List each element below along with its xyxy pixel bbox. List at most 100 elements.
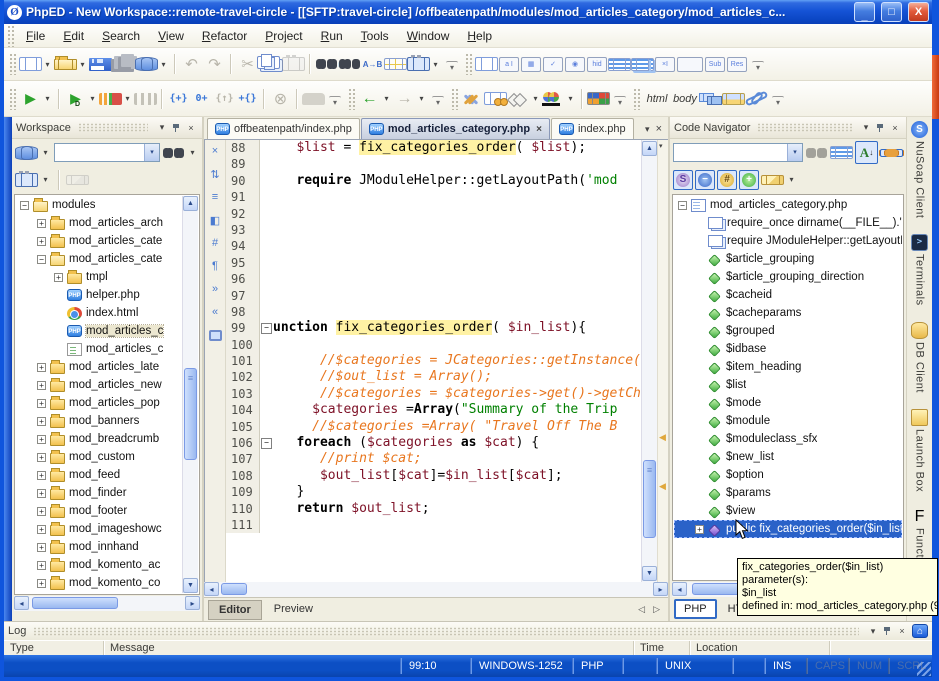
scroll-up-icon[interactable]: ▲ <box>642 141 657 156</box>
pin-icon[interactable] <box>883 626 892 636</box>
line-number[interactable]: 90 <box>226 173 260 189</box>
expand-icon[interactable]: + <box>37 363 46 372</box>
workspace-item-mod-feed[interactable]: +mod_feed <box>16 466 182 484</box>
line-number[interactable]: 97 <box>226 288 260 304</box>
form-reset-button[interactable]: Res <box>727 57 747 72</box>
menu-edit[interactable]: Edit <box>54 26 93 46</box>
profiler-button[interactable] <box>99 93 122 105</box>
expand-icon[interactable]: + <box>37 381 46 390</box>
redo-button[interactable]: ↷ <box>203 53 226 76</box>
line-number[interactable]: 108 <box>226 468 260 484</box>
navigator-item-require-jmodulehelper-getlayoutpa[interactable]: require JModuleHelper::getLayoutPa <box>674 232 902 250</box>
menu-project[interactable]: Project <box>256 26 311 46</box>
close-button[interactable]: X <box>908 2 929 22</box>
back-button[interactable]: ← <box>358 87 381 110</box>
workspace-item-mod-komento-co[interactable]: +mod_komento_co <box>16 574 182 592</box>
line-number[interactable]: 94 <box>226 238 260 254</box>
workspace-item-mod-footer[interactable]: +mod_footer <box>16 502 182 520</box>
scroll-left-icon[interactable]: ◂ <box>672 582 687 596</box>
expand-icon[interactable]: + <box>37 471 46 480</box>
workspace-mail-button[interactable] <box>66 175 89 185</box>
code-line-103[interactable]: 103 //$categories = $categories->get()->… <box>226 386 641 402</box>
code-line-90[interactable]: 90 require JModuleHelper::getLayoutPath(… <box>226 173 641 189</box>
line-number[interactable]: 105 <box>226 419 260 435</box>
log-column-message[interactable]: Message <box>104 641 634 655</box>
html-tag-button[interactable]: html <box>643 87 671 110</box>
form-textarea-button[interactable]: ×I <box>655 57 675 72</box>
line-number[interactable]: 106 <box>226 435 260 451</box>
navigator-item-mode[interactable]: $mode <box>674 394 902 412</box>
font-color-dropdown[interactable]: ▾ <box>565 87 576 110</box>
menu-tools[interactable]: Tools <box>352 26 398 46</box>
code-line-101[interactable]: 101 //$categories = JCategories::getInst… <box>226 353 641 369</box>
open-file-button[interactable] <box>54 59 77 70</box>
form-hidden-button[interactable]: hid <box>587 57 607 72</box>
editor-tab-index-php[interactable]: index.php <box>551 118 634 139</box>
gutter-outdent-icon[interactable]: « <box>207 304 224 320</box>
open-file-dropdown[interactable]: ▾ <box>77 53 88 76</box>
fold-collapse-icon[interactable] <box>260 320 273 336</box>
line-number[interactable]: 110 <box>226 501 260 517</box>
code-line-98[interactable]: 98 <box>226 304 641 320</box>
editor-horizontal-scrollbar[interactable]: ◂ ▸ <box>204 582 668 597</box>
step-out-button[interactable]: {↑} <box>213 87 236 110</box>
log-column-type[interactable]: Type <box>4 641 104 655</box>
workspace-item-mod-finder[interactable]: +mod_finder <box>16 484 182 502</box>
clipboard-button[interactable] <box>407 57 430 71</box>
expand-icon[interactable]: + <box>695 525 704 534</box>
expand-icon[interactable]: + <box>54 273 63 282</box>
code-line-106[interactable]: 106 foreach ($categories as $cat) { <box>226 435 641 451</box>
log-close-icon[interactable]: × <box>895 626 909 636</box>
code-line-104[interactable]: 104 $categories =Array("Summary of the T… <box>226 402 641 418</box>
scroll-thumb[interactable] <box>643 460 656 538</box>
tab-close-icon[interactable]: × <box>536 124 542 135</box>
workspace-item-mod-articles-c[interactable]: mod_articles_c <box>16 340 182 358</box>
pin-icon[interactable] <box>172 123 181 133</box>
navigator-item-cacheid[interactable]: $cacheid <box>674 286 902 304</box>
undo-button[interactable]: ↶ <box>180 53 203 76</box>
debug-dropdown[interactable]: ▾ <box>87 87 98 110</box>
save-button[interactable] <box>89 58 112 71</box>
workspace-item-mod-breadcrumb[interactable]: +mod_breadcrumb <box>16 430 182 448</box>
restore-button[interactable]: □ <box>881 2 902 22</box>
workspace-item-mod-imageshowc[interactable]: +mod_imageshowc <box>16 520 182 538</box>
line-number[interactable]: 100 <box>226 337 260 353</box>
workspace-filter-combo[interactable]: ▾ <box>54 143 160 162</box>
collapse-icon[interactable]: − <box>678 201 687 210</box>
navigator-tab-php[interactable]: PHP <box>674 599 717 619</box>
navigator-view-button[interactable] <box>830 146 853 159</box>
gutter-monitor-icon[interactable] <box>207 327 224 343</box>
replace-button[interactable]: A→B <box>361 53 384 76</box>
workspace-item-helper-php[interactable]: helper.php <box>16 286 182 304</box>
workspace-menu-dropdown[interactable]: ▾ <box>155 122 169 133</box>
cut-button[interactable]: ✂ <box>236 53 259 76</box>
workspace-find-dropdown[interactable]: ▾ <box>187 141 198 164</box>
code-line-100[interactable]: 100 <box>226 337 641 353</box>
body-tag-button[interactable]: body <box>671 87 699 110</box>
code-editor[interactable]: 88 $list = fix_categories_order( $list);… <box>226 140 641 582</box>
workspace-item-mod-articles-arch[interactable]: +mod_articles_arch <box>16 214 182 232</box>
tab-close-icon[interactable]: × <box>656 123 662 135</box>
form-combo-button[interactable] <box>631 58 654 71</box>
run-button[interactable]: ▶ <box>19 87 42 110</box>
mode-tab-editor[interactable]: Editor <box>208 600 262 620</box>
embed-button[interactable] <box>384 58 407 70</box>
fold-collapse-icon[interactable] <box>260 435 273 451</box>
link-button[interactable] <box>745 90 769 106</box>
navigator-item-article-grouping-direction[interactable]: $article_grouping_direction <box>674 268 902 286</box>
menu-search[interactable]: Search <box>93 26 149 46</box>
run-to-cursor-button[interactable]: +{} <box>236 87 259 110</box>
navigator-item-item-heading[interactable]: $item_heading <box>674 358 902 376</box>
expand-icon[interactable]: + <box>37 489 46 498</box>
gutter-margin-icon[interactable]: ◧ <box>207 212 224 228</box>
marker-dropdown-icon[interactable]: ▾ <box>659 142 663 150</box>
navigator-item-mod-articles-category-php[interactable]: −mod_articles_category.php <box>674 196 902 214</box>
navigator-show-private-button[interactable]: − <box>695 170 715 190</box>
menu-run[interactable]: Run <box>312 26 352 46</box>
code-line-89[interactable]: 89 <box>226 156 641 172</box>
workspace-item-mod-innhand[interactable]: +mod_innhand <box>16 538 182 556</box>
font-color-button[interactable] <box>542 92 565 106</box>
collapse-icon[interactable]: − <box>37 255 46 264</box>
new-file-button[interactable] <box>19 57 42 71</box>
expand-icon[interactable]: + <box>37 579 46 588</box>
